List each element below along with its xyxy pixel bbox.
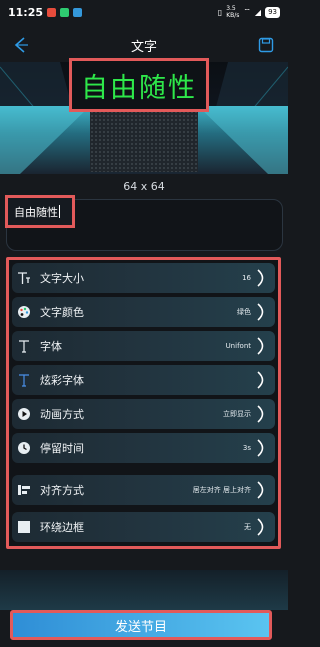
play-icon xyxy=(16,406,32,422)
chevron-right-icon xyxy=(257,303,264,321)
signal-icon: ◢ xyxy=(254,7,262,17)
resolution-label: 64 x 64 xyxy=(123,180,165,193)
color-font-icon xyxy=(16,372,32,388)
page-title: 文字 xyxy=(130,39,157,55)
clock-icon xyxy=(16,440,32,456)
app-notification-icon xyxy=(47,7,57,17)
chevron-right-icon xyxy=(257,337,264,355)
setting-border[interactable]: 环绕边框 无 xyxy=(12,512,275,542)
palette-icon xyxy=(16,304,32,320)
chevron-right-icon xyxy=(257,269,264,287)
led-preview: 自由随性 xyxy=(69,58,209,112)
font-icon xyxy=(16,338,32,354)
setting-text-size[interactable]: 文字大小 16 xyxy=(12,263,275,293)
status-time: 11:25 xyxy=(8,5,44,19)
app-notification-icon xyxy=(60,7,70,17)
setting-color-font[interactable]: 炫彩字体 xyxy=(12,365,275,395)
status-bar: 11:25 ▯ 3.5 KB/s ⌔ ◢ 93 xyxy=(0,0,288,24)
back-icon[interactable] xyxy=(12,36,30,54)
chevron-right-icon xyxy=(257,518,264,536)
send-program-button[interactable]: 发送节目 xyxy=(10,610,272,640)
led-preview-text: 自由随性 xyxy=(81,72,197,104)
wifi-icon: ⌔ xyxy=(243,7,251,16)
setting-text-color[interactable]: 文字颜色 绿色 xyxy=(12,297,275,327)
vibrate-icon: ▯ xyxy=(217,7,223,17)
network-speed: 3.5 KB/s xyxy=(226,5,240,19)
bottom-glow xyxy=(0,570,288,610)
setting-font[interactable]: 字体 Unifont xyxy=(12,331,275,361)
setting-stay-time[interactable]: 停留时间 3s xyxy=(12,433,275,463)
chevron-right-icon xyxy=(257,405,264,423)
text-input-value: 自由随性 xyxy=(14,205,58,219)
chevron-right-icon xyxy=(257,371,264,389)
text-caret xyxy=(59,205,60,218)
setting-animation[interactable]: 动画方式 立即显示 xyxy=(12,399,275,429)
send-program-label: 发送节目 xyxy=(114,619,167,635)
align-icon xyxy=(16,482,32,498)
settings-list: 文字大小 16 文字颜色 绿色 字体 Unifont 炫彩字体 动画方式 立即显… xyxy=(6,257,281,549)
text-size-icon xyxy=(16,270,32,286)
chevron-right-icon xyxy=(257,439,264,457)
setting-alignment[interactable]: 对齐方式 居左对齐 居上对齐 xyxy=(12,475,275,505)
text-input[interactable]: 自由随性 xyxy=(5,195,75,228)
battery-indicator: 93 xyxy=(265,6,280,18)
header: 文字 xyxy=(0,30,288,60)
save-icon[interactable] xyxy=(258,37,274,53)
chevron-right-icon xyxy=(257,481,264,499)
border-icon xyxy=(16,519,32,535)
app-notification-icon xyxy=(73,7,83,17)
